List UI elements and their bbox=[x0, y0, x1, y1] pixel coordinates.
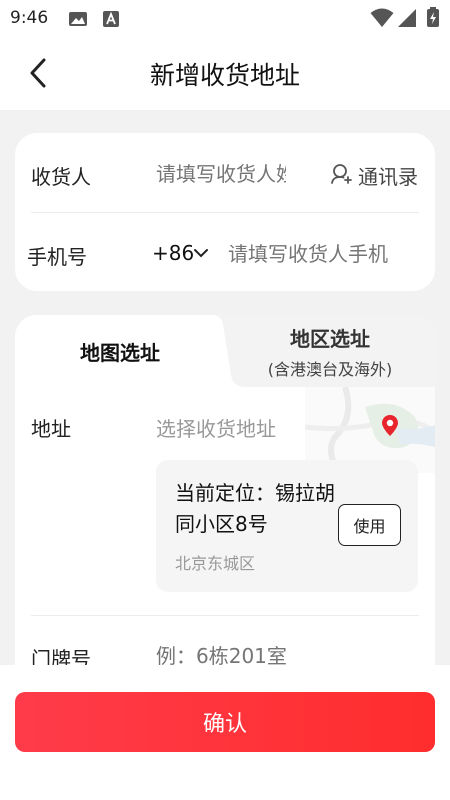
image-notification-icon bbox=[69, 12, 87, 26]
current-location-city: 北京东城区 bbox=[175, 554, 256, 573]
status-time: 9:46 bbox=[10, 8, 49, 28]
address-select-input[interactable]: 选择收货地址 bbox=[156, 413, 276, 442]
house-number-input[interactable] bbox=[156, 641, 376, 665]
tab-region-select[interactable]: 地区选址 (含港澳台及海外) bbox=[225, 323, 435, 383]
phone-input[interactable] bbox=[228, 239, 388, 269]
divider bbox=[31, 212, 419, 213]
use-location-button[interactable]: 使用 bbox=[338, 504, 401, 546]
tab-region-subtitle: (含港澳台及海外) bbox=[267, 360, 393, 379]
current-location-text: 当前定位：锡拉胡同小区8号 bbox=[175, 481, 335, 536]
tab-region-title: 地区选址 bbox=[290, 327, 370, 351]
chevron-down-icon[interactable] bbox=[193, 246, 209, 260]
font-notification-icon bbox=[103, 11, 119, 27]
phone-label: 手机号 bbox=[27, 245, 87, 269]
page-title: 新增收货地址 bbox=[149, 61, 300, 90]
receiver-name-input[interactable] bbox=[156, 159, 286, 189]
confirm-button[interactable]: 确认 bbox=[15, 692, 435, 752]
divider bbox=[31, 615, 419, 616]
receiver-label: 收货人 bbox=[31, 165, 91, 189]
contacts-book-icon[interactable] bbox=[330, 163, 352, 185]
bottom-bar: 确认 bbox=[0, 680, 450, 800]
nav-bar: 新增收货地址 bbox=[0, 36, 450, 110]
current-location-box: 当前定位：锡拉胡同小区8号 北京东城区 使用 bbox=[156, 460, 418, 592]
tab-map-select[interactable]: 地图选址 bbox=[15, 315, 225, 387]
location-pin-icon[interactable] bbox=[381, 414, 399, 438]
house-number-label: 门牌号 bbox=[31, 647, 91, 665]
form-content[interactable]: 收货人 通讯录 手机号 +86 地图选址 地区选址 (含港澳台及海外) bbox=[0, 110, 450, 665]
contacts-button[interactable]: 通讯录 bbox=[358, 161, 418, 190]
wifi-icon bbox=[370, 8, 394, 27]
address-label: 地址 bbox=[31, 417, 71, 441]
address-card: 地图选址 地区选址 (含港澳台及海外) 地址 选择收货地址 当前定位：锡拉胡同小… bbox=[15, 315, 435, 665]
country-code-selector[interactable]: +86 bbox=[152, 241, 194, 265]
status-bar: 9:46 bbox=[0, 0, 450, 36]
signal-icon bbox=[398, 9, 416, 27]
battery-icon bbox=[427, 7, 439, 27]
contact-card: 收货人 通讯录 手机号 +86 bbox=[15, 133, 435, 291]
